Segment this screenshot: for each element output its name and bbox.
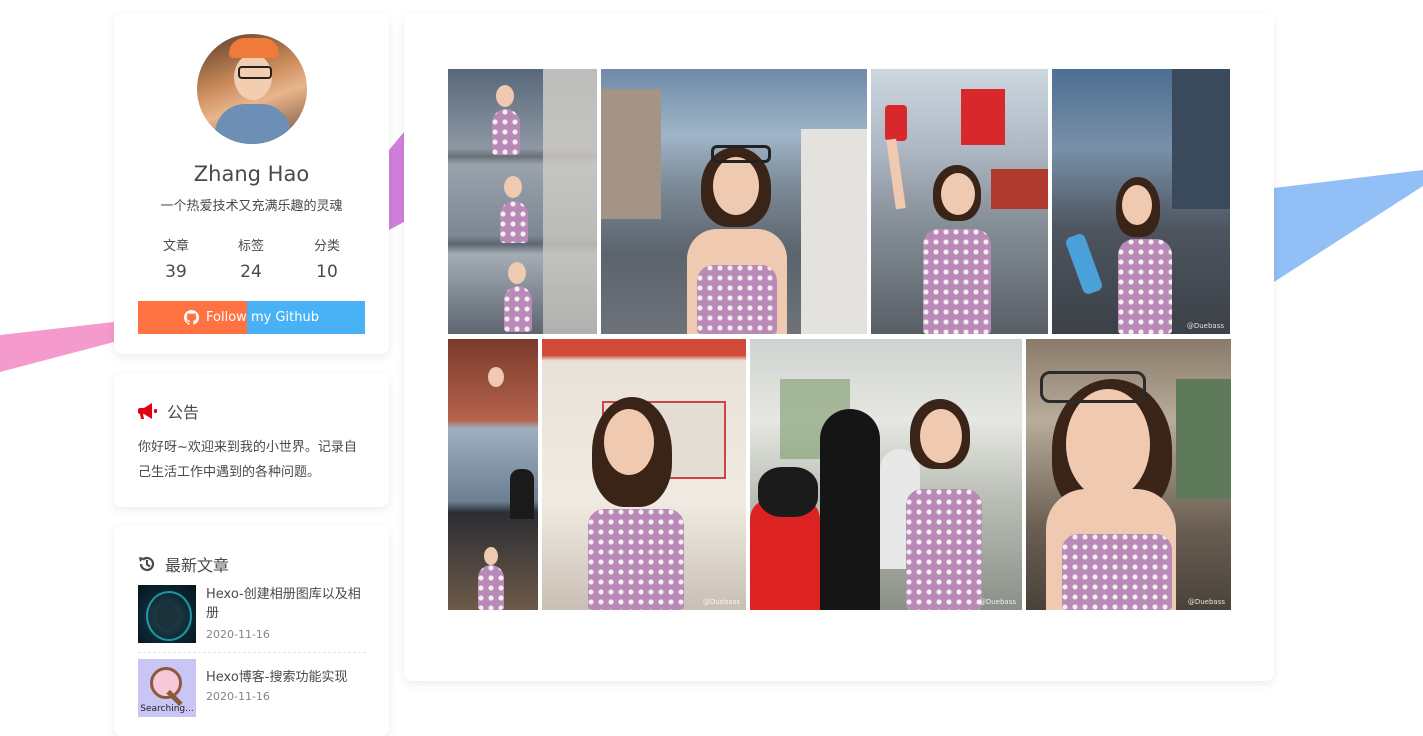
photo-watermark: @Duebass (702, 598, 740, 606)
post-thumb-caption: Searching... (140, 704, 194, 714)
recent-post-item[interactable]: Hexo-创建相册图库以及相册 2020-11-16 (138, 585, 366, 645)
follow-github-button[interactable]: Follow my Github (138, 301, 365, 334)
post-title[interactable]: Hexo博客-搜索功能实现 (206, 668, 366, 687)
github-icon (184, 310, 200, 325)
gallery-photo[interactable]: @Duebass (1026, 339, 1231, 610)
stat-value: 39 (165, 262, 187, 282)
post-title[interactable]: Hexo-创建相册图库以及相册 (206, 585, 366, 623)
author-description: 一个热爱技术又充满乐趣的灵魂 (160, 199, 343, 214)
gallery-photo[interactable] (448, 69, 597, 334)
photo-watermark: @Duebass (1187, 598, 1225, 606)
announcement-title: 公告 (167, 403, 200, 422)
stat-value: 10 (316, 262, 338, 282)
gallery-photo[interactable]: @Duebass (542, 339, 746, 610)
post-thumbnail[interactable] (138, 585, 196, 643)
photo-watermark: @Duebass (978, 598, 1016, 606)
follow-github-label: Follow my Github (206, 310, 319, 325)
megaphone-icon (138, 403, 157, 419)
post-date: 2020-11-16 (206, 628, 270, 641)
stat-articles[interactable]: 文章 39 (138, 235, 214, 282)
gallery-photo[interactable]: @Duebass (1052, 69, 1230, 334)
stat-label: 文章 (162, 239, 189, 254)
gallery-photo[interactable] (601, 69, 867, 334)
author-avatar[interactable] (197, 34, 307, 144)
site-stats: 文章 39 标签 24 分类 10 (138, 235, 365, 285)
stat-label: 标签 (237, 239, 264, 254)
stat-categories[interactable]: 分类 10 (289, 235, 365, 282)
gallery-photo[interactable] (871, 69, 1048, 334)
stat-value: 24 (240, 262, 262, 282)
recent-post-item[interactable]: Searching... Hexo博客-搜索功能实现 2020-11-16 (138, 659, 366, 719)
announcement-card: 公告 你好呀~欢迎来到我的小世界。记录自己生活工作中遇到的各种问题。 (114, 374, 389, 507)
recent-posts-card: 最新文章 Hexo-创建相册图库以及相册 2020-11-16 Searchin… (114, 526, 389, 736)
recent-posts-title: 最新文章 (165, 556, 230, 575)
post-thumbnail[interactable]: Searching... (138, 659, 196, 717)
author-name: Zhang Hao (193, 162, 310, 186)
announcement-header: 公告 (138, 399, 199, 423)
post-date: 2020-11-16 (206, 690, 270, 703)
recent-posts-header: 最新文章 (138, 552, 229, 576)
gallery-photo[interactable] (448, 339, 538, 610)
announcement-text: 你好呀~欢迎来到我的小世界。记录自己生活工作中遇到的各种问题。 (138, 440, 357, 480)
gallery-card: @Duebass @Duebass @Duebass @Duebass (404, 14, 1274, 681)
author-info-card: Zhang Hao 一个热爱技术又充满乐趣的灵魂 文章 39 标签 24 分类 … (114, 14, 389, 354)
history-icon (139, 556, 155, 572)
gallery-photo[interactable]: @Duebass (750, 339, 1022, 610)
stat-label: 分类 (313, 239, 340, 254)
photo-watermark: @Duebass (1186, 322, 1224, 330)
post-divider (138, 652, 366, 653)
stat-tags[interactable]: 标签 24 (213, 235, 289, 282)
